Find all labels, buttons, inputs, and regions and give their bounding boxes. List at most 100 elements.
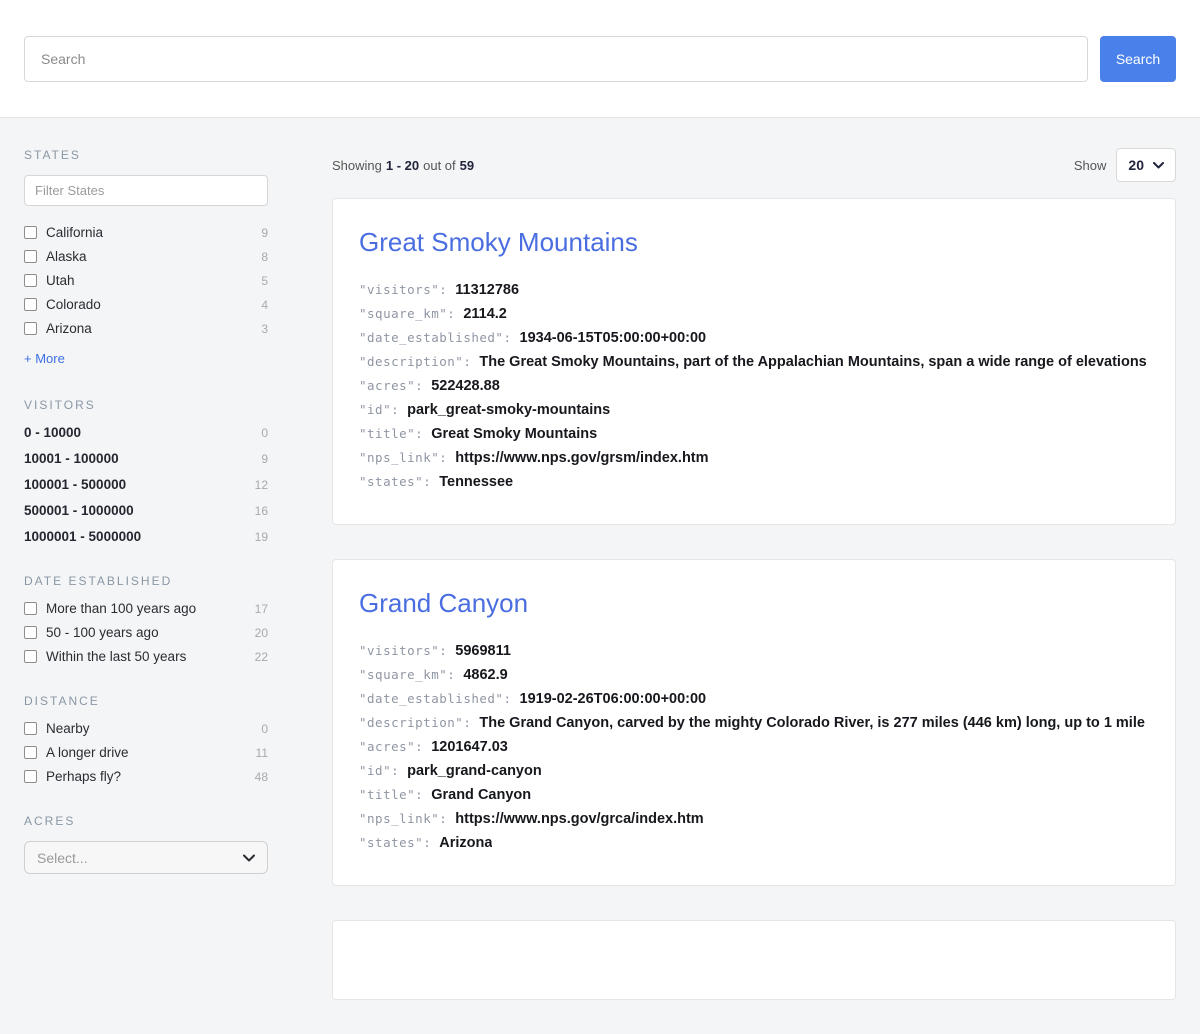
visitors-range-row[interactable]: 1000001 - 5000000 19: [24, 529, 268, 544]
hit-field-key: "id":: [359, 759, 399, 783]
search-input[interactable]: [24, 36, 1088, 82]
facet-count: 9: [261, 226, 268, 240]
visitors-range-row[interactable]: 0 - 10000 0: [24, 425, 268, 440]
hit-field-key: "acres":: [359, 374, 423, 398]
distance-filter-row[interactable]: A longer drive 11: [24, 745, 268, 760]
hits-per-page-select[interactable]: 20: [1116, 148, 1176, 182]
hit-field-row: "states":Arizona: [359, 831, 1149, 855]
hit-field-key: "visitors":: [359, 639, 447, 663]
hit-title[interactable]: Grand Canyon: [359, 588, 1149, 619]
hit-field-key: "date_established":: [359, 687, 512, 711]
hit-field-row: "description": The Great Smoky Mountains,…: [359, 350, 1149, 374]
chevron-down-icon: [243, 854, 255, 862]
hit-field-key: "visitors":: [359, 278, 447, 302]
search-header: Search: [0, 0, 1200, 118]
hit-field-value: 4862.9: [463, 663, 507, 687]
hit-field-key: "states":: [359, 470, 431, 494]
checkbox[interactable]: [24, 650, 37, 663]
hit-field-row: "date_established":1919-02-26T06:00:00+0…: [359, 687, 1149, 711]
hit-field-row: "visitors": 11312786: [359, 278, 1149, 302]
facet-count: 9: [261, 452, 268, 466]
hit-field-value: The Great Smoky Mountains, part of the A…: [479, 350, 1146, 374]
hit-field-key: "date_established":: [359, 326, 512, 350]
checkbox[interactable]: [24, 322, 37, 335]
facet-label: Nearby: [46, 721, 90, 736]
date-filter-row[interactable]: Within the last 50 years 22: [24, 649, 268, 664]
facet-label: 1000001 - 5000000: [24, 529, 141, 544]
hit-field-key: "title":: [359, 422, 423, 446]
date-filter-row[interactable]: 50 - 100 years ago 20: [24, 625, 268, 640]
hit-field-row: "title": Great Smoky Mountains: [359, 422, 1149, 446]
facet-count: 22: [255, 650, 268, 664]
hit-field-value: 1201647.03: [431, 735, 508, 759]
hit-field-value: https://www.nps.gov/grca/index.htm: [455, 807, 703, 831]
results-main: Showing 1 - 20 out of 59 Show 20 Great S…: [332, 148, 1176, 1034]
hit-field-value: 2114.2: [463, 302, 507, 326]
hit-field-row: "id": park_great-smoky-mountains: [359, 398, 1149, 422]
hits-list: Great Smoky Mountains "visitors": 1131278…: [332, 198, 1176, 1000]
state-filter-row[interactable]: California 9: [24, 225, 268, 240]
date-filter-row[interactable]: More than 100 years ago 17: [24, 601, 268, 616]
distance-filter-row[interactable]: Perhaps fly? 48: [24, 769, 268, 784]
show-more-link[interactable]: + More: [24, 351, 65, 366]
checkbox[interactable]: [24, 722, 37, 735]
state-filter-row[interactable]: Arizona 3: [24, 321, 268, 336]
state-filter-row[interactable]: Colorado 4: [24, 297, 268, 312]
facet-count: 20: [255, 626, 268, 640]
hit-field-row: "title":Grand Canyon: [359, 783, 1149, 807]
show-label: Show: [1074, 158, 1107, 173]
state-filter-row[interactable]: Utah 5: [24, 273, 268, 288]
stats-total: 59: [460, 158, 474, 173]
hit-title[interactable]: Great Smoky Mountains: [359, 227, 1149, 258]
hit-field-value: 11312786: [455, 278, 519, 302]
visitors-range-row[interactable]: 10001 - 100000 9: [24, 451, 268, 466]
checkbox[interactable]: [24, 250, 37, 263]
hit-field-row: "states":Tennessee: [359, 470, 1149, 494]
facet-visitors: VISITORS 0 - 10000 0 10001 - 100000 9 10…: [24, 398, 268, 544]
hit-field-key: "id":: [359, 398, 399, 422]
facet-count: 8: [261, 250, 268, 264]
hit-field-value: park_great-smoky-mountains: [407, 398, 610, 422]
hit-field-row: "date_established": 1934-06-15T05:00:00+0…: [359, 326, 1149, 350]
facet-label: 10001 - 100000: [24, 451, 119, 466]
facet-label: Perhaps fly?: [46, 769, 121, 784]
hit-fields: "visitors":11312786"square_km":2114.2"da…: [359, 278, 1149, 494]
hit-field-row: "square_km": 4862.9: [359, 663, 1149, 687]
hit-field-key: "description":: [359, 350, 471, 374]
search-button[interactable]: Search: [1100, 36, 1176, 82]
content-area: STATES California 9 Alaska 8 Utah 5 Colo…: [0, 118, 1200, 1034]
facet-label: Colorado: [46, 297, 101, 312]
checkbox[interactable]: [24, 602, 37, 615]
hit-field-value: Great Smoky Mountains: [431, 422, 597, 446]
facet-acres: ACRES Select...: [24, 814, 268, 874]
checkbox[interactable]: [24, 770, 37, 783]
checkbox[interactable]: [24, 226, 37, 239]
acres-select[interactable]: Select...: [24, 841, 268, 874]
hit-field-row: "description":The Grand Canyon, carved b…: [359, 711, 1149, 735]
hit-field-key: "nps_link":: [359, 807, 447, 831]
facet-count: 4: [261, 298, 268, 312]
checkbox[interactable]: [24, 298, 37, 311]
hit-field-value: The Grand Canyon, carved by the mighty C…: [479, 711, 1149, 735]
checkbox[interactable]: [24, 626, 37, 639]
hits-per-page-value: 20: [1128, 157, 1144, 173]
hit-field-value: 1934-06-15T05:00:00+00:00: [520, 326, 707, 350]
hit-field-value: 5969811: [455, 639, 511, 663]
results-bar: Showing 1 - 20 out of 59 Show 20: [332, 148, 1176, 182]
filter-states-input[interactable]: [24, 175, 268, 206]
hit-field-key: "square_km":: [359, 663, 455, 687]
checkbox[interactable]: [24, 274, 37, 287]
distance-filter-row[interactable]: Nearby 0: [24, 721, 268, 736]
facet-label: Arizona: [46, 321, 92, 336]
facet-states-title: STATES: [24, 148, 268, 162]
facet-label: Alaska: [46, 249, 87, 264]
facet-label: A longer drive: [46, 745, 129, 760]
visitors-range-row[interactable]: 100001 - 500000 12: [24, 477, 268, 492]
facet-label: Utah: [46, 273, 75, 288]
facet-acres-title: ACRES: [24, 814, 268, 828]
facet-count: 0: [261, 426, 268, 440]
checkbox[interactable]: [24, 746, 37, 759]
visitors-range-row[interactable]: 500001 - 1000000 16: [24, 503, 268, 518]
hit-card: Great Smoky Mountains "visitors": 1131278…: [332, 198, 1176, 525]
state-filter-row[interactable]: Alaska 8: [24, 249, 268, 264]
